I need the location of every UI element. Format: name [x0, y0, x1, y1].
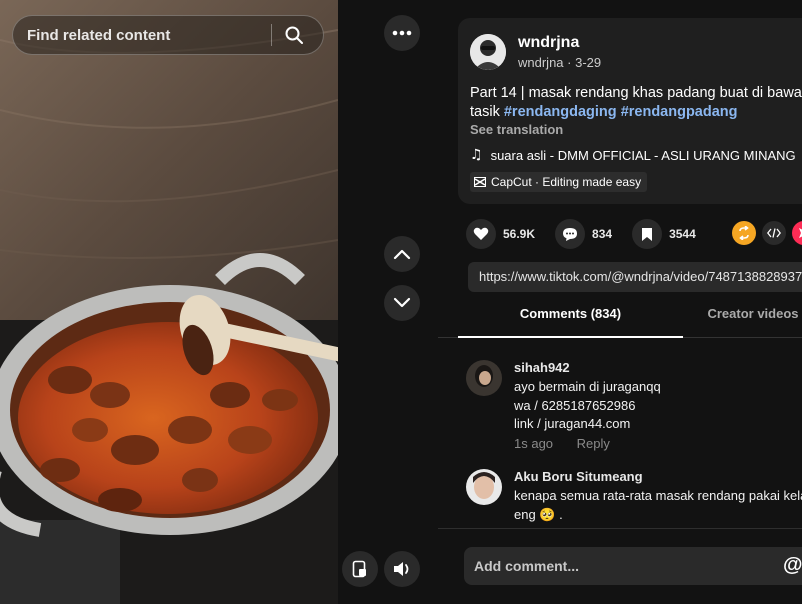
caption-word: tasik [470, 104, 500, 120]
comment-text: wa / 6285187652986 [514, 397, 636, 413]
commenter-avatar-image [466, 469, 502, 505]
comment-text: link / juragan44.com [514, 416, 631, 431]
chevron-down-icon [393, 297, 411, 308]
post-date: 3-29 [575, 55, 602, 70]
next-video-button[interactable] [384, 285, 420, 321]
bookmark-icon [632, 219, 663, 249]
engagement-bar: 56.9K 834 3544 [466, 219, 716, 249]
author-name[interactable]: wndrjna [518, 34, 579, 52]
comment-text: ayo bermain di juraganqq [514, 379, 661, 394]
save-count: 3544 [669, 227, 696, 241]
comment-text: kenapa semua rata-rata masak rendang pak… [514, 488, 802, 503]
comment-button[interactable]: 834 [555, 219, 612, 249]
tab-creator-videos[interactable]: Creator videos [683, 306, 802, 338]
heart-icon [466, 219, 496, 249]
hashtag-link[interactable]: #rendangpadang [621, 104, 738, 120]
miniplayer-button[interactable] [342, 551, 378, 587]
author-handle: wndrjna [518, 55, 564, 70]
like-button[interactable]: 56.9K [466, 219, 535, 249]
reply-button[interactable]: Reply [577, 436, 610, 451]
comment-body: Aku Boru Situmeang kenapa semua rata-rat… [514, 469, 802, 524]
like-count: 56.9K [503, 227, 536, 241]
embed-code-icon[interactable] [762, 221, 786, 245]
more-horizontal-icon [392, 30, 412, 36]
caption-line-2: tasik #rendangdaging #rendangpadang [470, 103, 802, 122]
music-note-icon: ♫ [470, 147, 483, 163]
capcut-badge[interactable]: CapCut · Editing made easy [470, 172, 648, 192]
commenter-avatar[interactable] [466, 360, 502, 396]
author-avatar-image [470, 34, 506, 70]
commenter-avatar-image [466, 360, 502, 396]
chevron-up-icon [393, 249, 411, 260]
see-translation-link[interactable]: See translation [470, 122, 563, 137]
caption-line: Part 14 | masak rendang khas padang buat… [470, 85, 802, 101]
video-player[interactable] [0, 0, 338, 604]
comment-text: eng 🥺 . [514, 506, 563, 522]
capcut-label: CapCut · Editing made easy [491, 175, 642, 189]
volume-icon [394, 562, 409, 576]
capcut-icon [474, 177, 486, 187]
music-title: suara asli - DMM OFFICIAL - ASLI URANG M… [490, 147, 796, 163]
post-info-card: wndrjna wndrjna · 3-29 Part 14 | masak r… [458, 18, 802, 204]
hashtag-link[interactable]: #rendangdaging [504, 104, 617, 120]
nav-column [338, 0, 438, 604]
search-icon [285, 26, 303, 44]
commenter-name[interactable]: Aku Boru Situmeang [514, 469, 802, 484]
comment-meta: 1s ago Reply [514, 436, 802, 451]
comment-tabs: Comments (834) Creator videos [438, 306, 802, 338]
miniplayer-icon [352, 560, 366, 578]
commenter-name[interactable]: sihah942 [514, 360, 802, 375]
search-button[interactable] [272, 15, 316, 55]
add-comment-input[interactable] [464, 547, 802, 585]
previous-video-button[interactable] [384, 236, 420, 272]
comment-composer: @ [438, 528, 802, 604]
related-search-bar [12, 15, 324, 55]
commenter-avatar[interactable] [466, 469, 502, 505]
more-options-button[interactable] [384, 15, 420, 51]
comment-body: sihah942 ayo bermain di juraganqq wa / 6… [514, 360, 802, 451]
author-handle-date: wndrjna · 3-29 [518, 55, 601, 70]
comment-count: 834 [592, 227, 613, 241]
details-panel: wndrjna wndrjna · 3-29 Part 14 | masak r… [438, 0, 802, 604]
mention-at-icon[interactable]: @ [783, 554, 802, 577]
save-button[interactable]: 3544 [632, 219, 696, 249]
separator-dot: · [567, 55, 576, 70]
tab-comments[interactable]: Comments (834) [458, 306, 683, 338]
related-search-input[interactable] [13, 26, 271, 44]
video-frame [0, 0, 338, 604]
author-avatar[interactable] [470, 34, 506, 70]
video-url-field[interactable]: https://www.tiktok.com/@wndrjna/video/74… [468, 262, 802, 292]
volume-button[interactable] [384, 551, 420, 587]
send-icon[interactable] [792, 221, 802, 245]
music-link[interactable]: ♫ suara asli - DMM OFFICIAL - ASLI URANG… [470, 147, 796, 163]
comment-bubble-icon [555, 219, 586, 249]
repost-icon[interactable] [732, 221, 756, 245]
comment-time: 1s ago [514, 435, 554, 451]
share-buttons [732, 221, 802, 245]
post-caption: Part 14 | masak rendang khas padang buat… [470, 84, 802, 122]
